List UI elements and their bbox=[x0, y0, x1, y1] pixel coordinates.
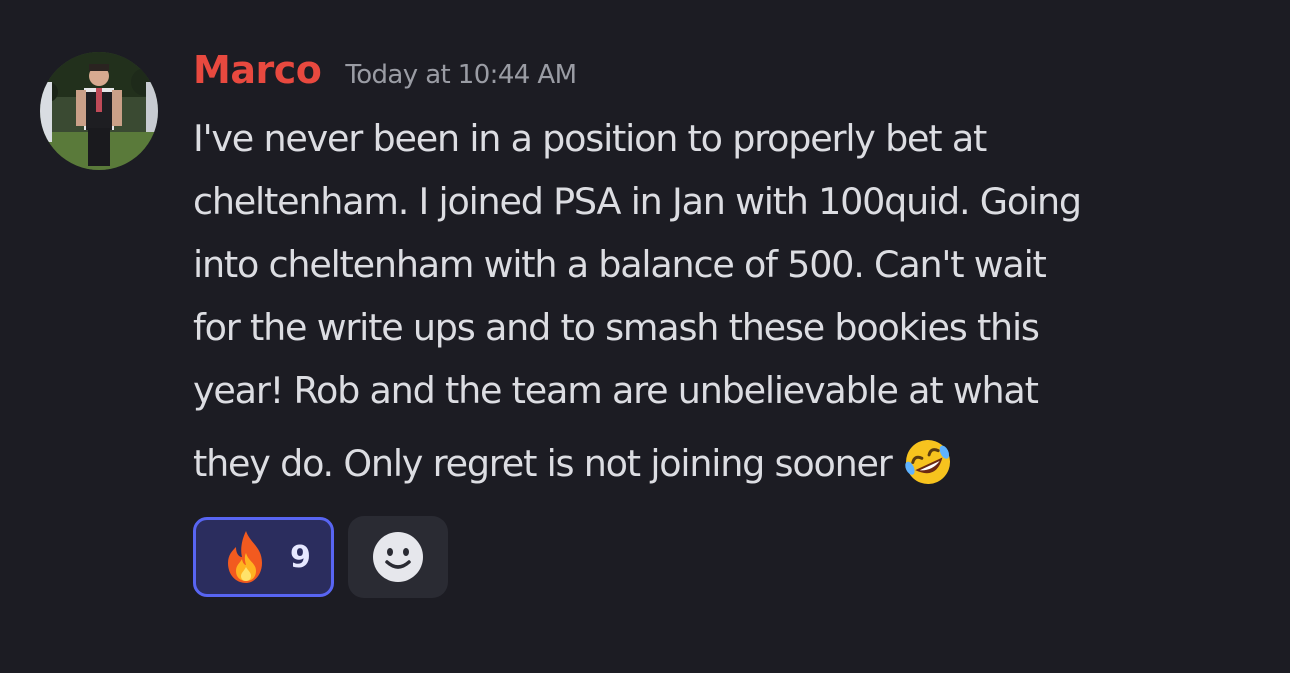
message-line: into cheltenham with a balance of 500. C… bbox=[193, 243, 1047, 286]
message-line: I've never been in a position to properl… bbox=[193, 117, 987, 160]
message-line-text: they do. Only regret is not joining soon… bbox=[193, 442, 893, 485]
reaction-bar: 9 bbox=[193, 516, 448, 598]
reaction-count: 9 bbox=[290, 539, 311, 575]
message-line: year! Rob and the team are unbelievable … bbox=[193, 369, 1039, 412]
timestamp: Today at 10:44 AM bbox=[345, 60, 577, 90]
username[interactable]: Marco bbox=[193, 48, 322, 92]
message-body: I've never been in a position to properl… bbox=[193, 110, 1273, 498]
message-line: cheltenham. I joined PSA in Jan with 100… bbox=[193, 180, 1082, 223]
add-reaction-button[interactable] bbox=[348, 516, 448, 598]
rolling-on-the-floor-laughing-icon bbox=[904, 440, 950, 484]
message-line: for the write ups and to smash these boo… bbox=[193, 306, 1040, 349]
smiley-face-icon bbox=[373, 532, 423, 582]
message-header: Marco Today at 10:44 AM bbox=[193, 48, 577, 104]
fire-icon bbox=[228, 531, 262, 583]
reaction-fire[interactable]: 9 bbox=[193, 517, 334, 597]
avatar[interactable] bbox=[40, 52, 158, 170]
chat-message: Marco Today at 10:44 AM I've never been … bbox=[0, 0, 1290, 673]
message-line-last: they do. Only regret is not joining soon… bbox=[193, 435, 1273, 498]
avatar-photo bbox=[40, 52, 158, 170]
